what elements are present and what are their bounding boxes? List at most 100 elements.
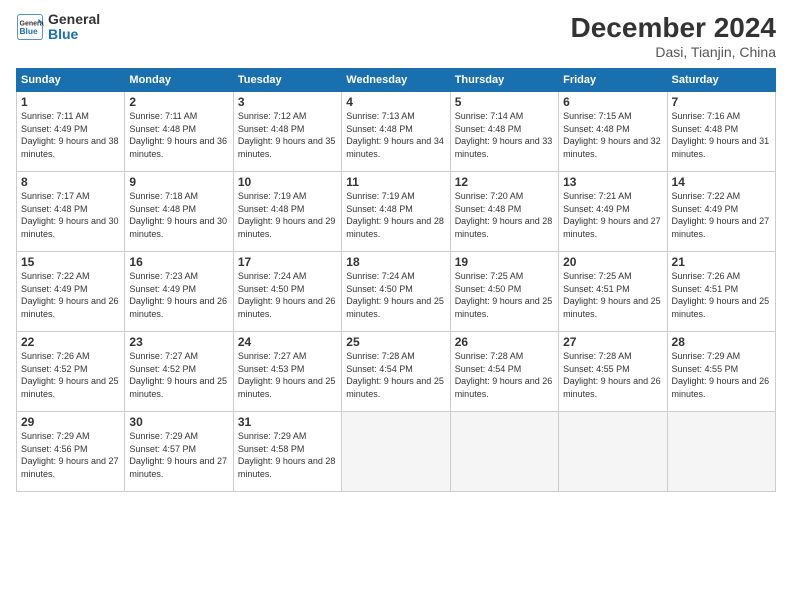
day-number: 22 (21, 335, 120, 349)
logo-line2: Blue (48, 27, 100, 42)
day-number: 14 (672, 175, 771, 189)
day-info: Sunrise: 7:28 AM Sunset: 4:54 PM Dayligh… (455, 350, 554, 400)
calendar-cell: 21 Sunrise: 7:26 AM Sunset: 4:51 PM Dayl… (667, 252, 775, 332)
day-number: 13 (563, 175, 662, 189)
day-number: 21 (672, 255, 771, 269)
calendar-cell: 10 Sunrise: 7:19 AM Sunset: 4:48 PM Dayl… (233, 172, 341, 252)
calendar-cell: 5 Sunrise: 7:14 AM Sunset: 4:48 PM Dayli… (450, 92, 558, 172)
calendar-cell: 18 Sunrise: 7:24 AM Sunset: 4:50 PM Dayl… (342, 252, 450, 332)
day-info: Sunrise: 7:29 AM Sunset: 4:55 PM Dayligh… (672, 350, 771, 400)
day-number: 1 (21, 95, 120, 109)
day-number: 8 (21, 175, 120, 189)
calendar-cell: 1 Sunrise: 7:11 AM Sunset: 4:49 PM Dayli… (17, 92, 125, 172)
header: General Blue General Blue December 2024 … (16, 12, 776, 60)
month-year: December 2024 (571, 12, 776, 44)
calendar-cell: 12 Sunrise: 7:20 AM Sunset: 4:48 PM Dayl… (450, 172, 558, 252)
calendar-cell: 13 Sunrise: 7:21 AM Sunset: 4:49 PM Dayl… (559, 172, 667, 252)
calendar-cell: 20 Sunrise: 7:25 AM Sunset: 4:51 PM Dayl… (559, 252, 667, 332)
calendar-cell: 23 Sunrise: 7:27 AM Sunset: 4:52 PM Dayl… (125, 332, 233, 412)
day-info: Sunrise: 7:14 AM Sunset: 4:48 PM Dayligh… (455, 110, 554, 160)
day-info: Sunrise: 7:15 AM Sunset: 4:48 PM Dayligh… (563, 110, 662, 160)
day-number: 28 (672, 335, 771, 349)
calendar-cell: 27 Sunrise: 7:28 AM Sunset: 4:55 PM Dayl… (559, 332, 667, 412)
logo-line1: General (48, 12, 100, 27)
calendar-cell: 3 Sunrise: 7:12 AM Sunset: 4:48 PM Dayli… (233, 92, 341, 172)
day-number: 29 (21, 415, 120, 429)
calendar-cell (667, 412, 775, 492)
day-info: Sunrise: 7:16 AM Sunset: 4:48 PM Dayligh… (672, 110, 771, 160)
calendar-week-2: 8 Sunrise: 7:17 AM Sunset: 4:48 PM Dayli… (17, 172, 776, 252)
col-tuesday: Tuesday (233, 69, 341, 92)
day-number: 3 (238, 95, 337, 109)
day-number: 11 (346, 175, 445, 189)
logo: General Blue General Blue (16, 12, 100, 43)
day-info: Sunrise: 7:24 AM Sunset: 4:50 PM Dayligh… (238, 270, 337, 320)
calendar-cell: 6 Sunrise: 7:15 AM Sunset: 4:48 PM Dayli… (559, 92, 667, 172)
day-info: Sunrise: 7:27 AM Sunset: 4:52 PM Dayligh… (129, 350, 228, 400)
calendar-cell: 2 Sunrise: 7:11 AM Sunset: 4:48 PM Dayli… (125, 92, 233, 172)
day-info: Sunrise: 7:25 AM Sunset: 4:51 PM Dayligh… (563, 270, 662, 320)
day-number: 5 (455, 95, 554, 109)
calendar-cell: 15 Sunrise: 7:22 AM Sunset: 4:49 PM Dayl… (17, 252, 125, 332)
title-area: December 2024 Dasi, Tianjin, China (571, 12, 776, 60)
calendar-cell (559, 412, 667, 492)
calendar-cell: 29 Sunrise: 7:29 AM Sunset: 4:56 PM Dayl… (17, 412, 125, 492)
day-info: Sunrise: 7:11 AM Sunset: 4:48 PM Dayligh… (129, 110, 228, 160)
calendar-cell: 14 Sunrise: 7:22 AM Sunset: 4:49 PM Dayl… (667, 172, 775, 252)
day-info: Sunrise: 7:25 AM Sunset: 4:50 PM Dayligh… (455, 270, 554, 320)
day-number: 25 (346, 335, 445, 349)
day-info: Sunrise: 7:11 AM Sunset: 4:49 PM Dayligh… (21, 110, 120, 160)
calendar-cell: 19 Sunrise: 7:25 AM Sunset: 4:50 PM Dayl… (450, 252, 558, 332)
calendar-cell: 7 Sunrise: 7:16 AM Sunset: 4:48 PM Dayli… (667, 92, 775, 172)
day-info: Sunrise: 7:23 AM Sunset: 4:49 PM Dayligh… (129, 270, 228, 320)
day-info: Sunrise: 7:19 AM Sunset: 4:48 PM Dayligh… (238, 190, 337, 240)
header-row: Sunday Monday Tuesday Wednesday Thursday… (17, 69, 776, 92)
day-info: Sunrise: 7:17 AM Sunset: 4:48 PM Dayligh… (21, 190, 120, 240)
calendar-cell: 25 Sunrise: 7:28 AM Sunset: 4:54 PM Dayl… (342, 332, 450, 412)
calendar-week-4: 22 Sunrise: 7:26 AM Sunset: 4:52 PM Dayl… (17, 332, 776, 412)
day-info: Sunrise: 7:28 AM Sunset: 4:55 PM Dayligh… (563, 350, 662, 400)
day-info: Sunrise: 7:24 AM Sunset: 4:50 PM Dayligh… (346, 270, 445, 320)
calendar-cell: 28 Sunrise: 7:29 AM Sunset: 4:55 PM Dayl… (667, 332, 775, 412)
day-info: Sunrise: 7:22 AM Sunset: 4:49 PM Dayligh… (21, 270, 120, 320)
col-wednesday: Wednesday (342, 69, 450, 92)
day-number: 20 (563, 255, 662, 269)
calendar-table: Sunday Monday Tuesday Wednesday Thursday… (16, 68, 776, 492)
day-number: 18 (346, 255, 445, 269)
calendar-week-5: 29 Sunrise: 7:29 AM Sunset: 4:56 PM Dayl… (17, 412, 776, 492)
day-number: 4 (346, 95, 445, 109)
svg-text:Blue: Blue (20, 26, 38, 36)
col-monday: Monday (125, 69, 233, 92)
day-info: Sunrise: 7:21 AM Sunset: 4:49 PM Dayligh… (563, 190, 662, 240)
day-number: 15 (21, 255, 120, 269)
day-info: Sunrise: 7:29 AM Sunset: 4:57 PM Dayligh… (129, 430, 228, 480)
day-number: 23 (129, 335, 228, 349)
day-info: Sunrise: 7:13 AM Sunset: 4:48 PM Dayligh… (346, 110, 445, 160)
calendar-cell: 11 Sunrise: 7:19 AM Sunset: 4:48 PM Dayl… (342, 172, 450, 252)
col-friday: Friday (559, 69, 667, 92)
day-info: Sunrise: 7:29 AM Sunset: 4:58 PM Dayligh… (238, 430, 337, 480)
day-number: 27 (563, 335, 662, 349)
calendar-cell: 16 Sunrise: 7:23 AM Sunset: 4:49 PM Dayl… (125, 252, 233, 332)
day-number: 2 (129, 95, 228, 109)
day-number: 17 (238, 255, 337, 269)
day-info: Sunrise: 7:26 AM Sunset: 4:52 PM Dayligh… (21, 350, 120, 400)
day-info: Sunrise: 7:18 AM Sunset: 4:48 PM Dayligh… (129, 190, 228, 240)
day-info: Sunrise: 7:27 AM Sunset: 4:53 PM Dayligh… (238, 350, 337, 400)
location: Dasi, Tianjin, China (571, 44, 776, 60)
calendar-cell: 30 Sunrise: 7:29 AM Sunset: 4:57 PM Dayl… (125, 412, 233, 492)
calendar-cell: 9 Sunrise: 7:18 AM Sunset: 4:48 PM Dayli… (125, 172, 233, 252)
day-info: Sunrise: 7:28 AM Sunset: 4:54 PM Dayligh… (346, 350, 445, 400)
day-number: 26 (455, 335, 554, 349)
logo-icon: General Blue (16, 13, 44, 41)
day-info: Sunrise: 7:26 AM Sunset: 4:51 PM Dayligh… (672, 270, 771, 320)
day-info: Sunrise: 7:12 AM Sunset: 4:48 PM Dayligh… (238, 110, 337, 160)
calendar-cell: 24 Sunrise: 7:27 AM Sunset: 4:53 PM Dayl… (233, 332, 341, 412)
day-number: 9 (129, 175, 228, 189)
calendar-page: General Blue General Blue December 2024 … (0, 0, 792, 612)
day-number: 30 (129, 415, 228, 429)
calendar-cell (450, 412, 558, 492)
day-info: Sunrise: 7:29 AM Sunset: 4:56 PM Dayligh… (21, 430, 120, 480)
day-info: Sunrise: 7:22 AM Sunset: 4:49 PM Dayligh… (672, 190, 771, 240)
col-saturday: Saturday (667, 69, 775, 92)
